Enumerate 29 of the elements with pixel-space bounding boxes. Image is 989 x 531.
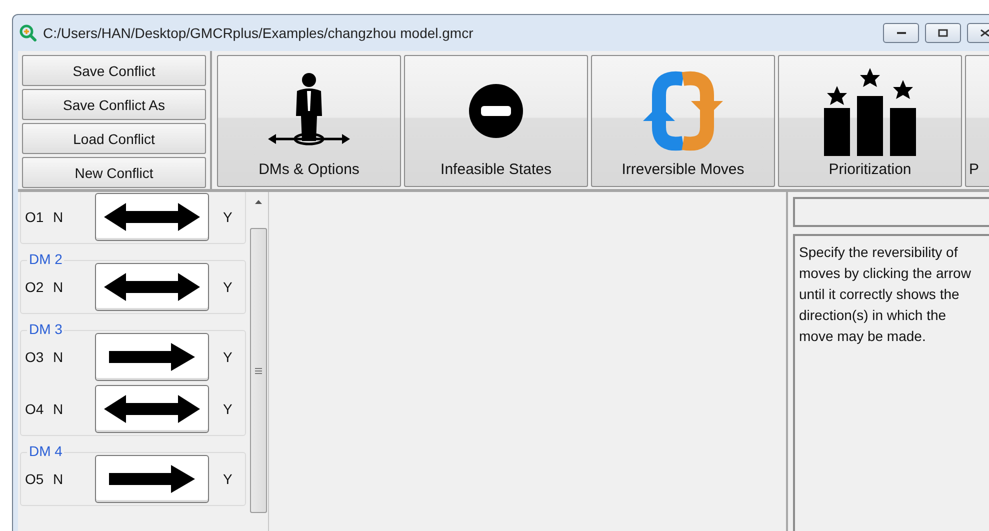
toolbar-button[interactable]: Infeasible States xyxy=(404,55,588,187)
option-label: O2 xyxy=(25,279,45,295)
option-value: Y xyxy=(223,349,232,365)
group-label: DM 2 xyxy=(27,251,64,267)
option-label: O1 xyxy=(25,209,45,225)
toolbar-button[interactable]: P xyxy=(965,55,989,187)
file-button[interactable]: New Conflict xyxy=(22,157,206,188)
option-value: N xyxy=(53,401,64,417)
file-button[interactable]: Save Conflict As xyxy=(22,89,206,120)
option-value: N xyxy=(53,209,64,225)
option-label: O4 xyxy=(25,401,45,417)
option-value: Y xyxy=(223,471,232,487)
group-label: DM 3 xyxy=(27,321,64,337)
toolbar-button[interactable]: Prioritization xyxy=(778,55,962,187)
window-title: C:/Users/HAN/Desktop/GMCRplus/Examples/changzhou model.gmcr xyxy=(43,25,474,41)
file-button[interactable]: Save Conflict xyxy=(22,55,206,86)
option-value: N xyxy=(53,349,64,365)
group-label: DM 4 xyxy=(27,443,64,459)
option-label: O5 xyxy=(25,471,45,487)
file-button[interactable]: Load Conflict xyxy=(22,123,206,154)
option-value: Y xyxy=(223,401,232,417)
option-value: N xyxy=(53,471,64,487)
toolbar-button[interactable]: Irreversible Moves xyxy=(591,55,775,187)
toolbar-button[interactable]: DMs & Options xyxy=(217,55,401,187)
option-label: O3 xyxy=(25,349,45,365)
option-value: Y xyxy=(223,209,232,225)
option-value: N xyxy=(53,279,64,295)
help-text: Specify the reversibility of moves by clicking the arrow until it correctly shows the direction(s) in which the move may be made. xyxy=(793,234,989,531)
option-value: Y xyxy=(223,279,232,295)
